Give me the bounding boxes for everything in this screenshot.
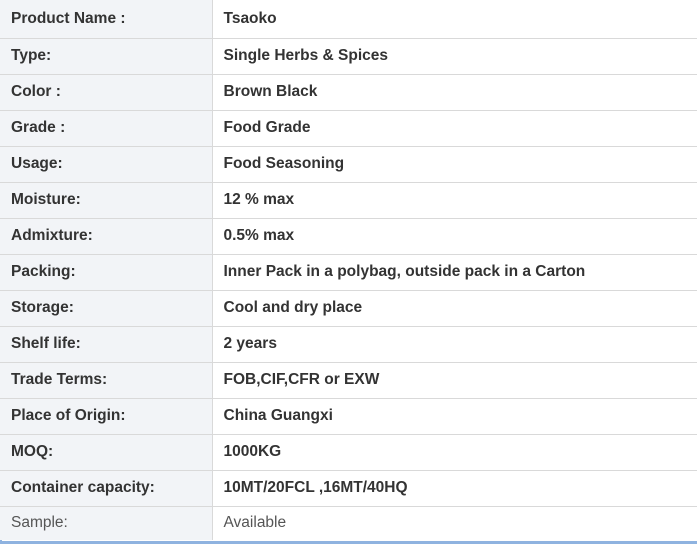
table-row: Container capacity: 10MT/20FCL ,16MT/40H…: [0, 469, 697, 506]
spec-value: 0.5% max: [212, 217, 697, 254]
spec-label: Admixture:: [0, 217, 213, 254]
spec-value: Cool and dry place: [212, 289, 697, 326]
spec-label: Place of Origin:: [0, 397, 213, 434]
spec-value: Food Seasoning: [212, 145, 697, 182]
spec-label: Container capacity:: [0, 469, 213, 506]
spec-value: Tsaoko: [212, 0, 697, 38]
spec-label: Type:: [0, 37, 213, 74]
spec-label: Usage:: [0, 145, 213, 182]
product-spec-table: Product Name : Tsaoko Type: Single Herbs…: [0, 0, 697, 540]
spec-value: Brown Black: [212, 73, 697, 110]
spec-value: 10MT/20FCL ,16MT/40HQ: [212, 469, 697, 506]
spec-value: Available: [212, 505, 697, 540]
spec-value: 12 % max: [212, 181, 697, 218]
table-row: Place of Origin: China Guangxi: [0, 397, 697, 434]
spec-value: FOB,CIF,CFR or EXW: [212, 361, 697, 398]
spec-label: Sample:: [0, 505, 213, 540]
spec-value: 2 years: [212, 325, 697, 362]
spec-label: Shelf life:: [0, 325, 213, 362]
spec-value: 1000KG: [212, 433, 697, 470]
spec-value: Single Herbs & Spices: [212, 37, 697, 74]
table-row: Shelf life: 2 years: [0, 325, 697, 362]
spec-label: Moisture:: [0, 181, 213, 218]
table-row: Type: Single Herbs & Spices: [0, 37, 697, 74]
table-row: Sample: Available: [0, 505, 697, 540]
spec-label: Color :: [0, 73, 213, 110]
spec-label: Grade :: [0, 109, 213, 146]
table-row: Usage: Food Seasoning: [0, 145, 697, 182]
spec-value: China Guangxi: [212, 397, 697, 434]
spec-label: Trade Terms:: [0, 361, 213, 398]
spec-value: Inner Pack in a polybag, outside pack in…: [212, 253, 697, 290]
spec-label: Storage:: [0, 289, 213, 326]
spec-label: Packing:: [0, 253, 213, 290]
table-row: Color : Brown Black: [0, 73, 697, 110]
table-row: Moisture: 12 % max: [0, 181, 697, 218]
spec-label: MOQ:: [0, 433, 213, 470]
table-row: Admixture: 0.5% max: [0, 217, 697, 254]
table-row: Trade Terms: FOB,CIF,CFR or EXW: [0, 361, 697, 398]
table-row: Product Name : Tsaoko: [0, 0, 697, 38]
spec-value: Food Grade: [212, 109, 697, 146]
table-row: Grade : Food Grade: [0, 109, 697, 146]
table-row: Storage: Cool and dry place: [0, 289, 697, 326]
table-row: MOQ: 1000KG: [0, 433, 697, 470]
table-row: Packing: Inner Pack in a polybag, outsid…: [0, 253, 697, 290]
spec-label: Product Name :: [0, 0, 213, 38]
